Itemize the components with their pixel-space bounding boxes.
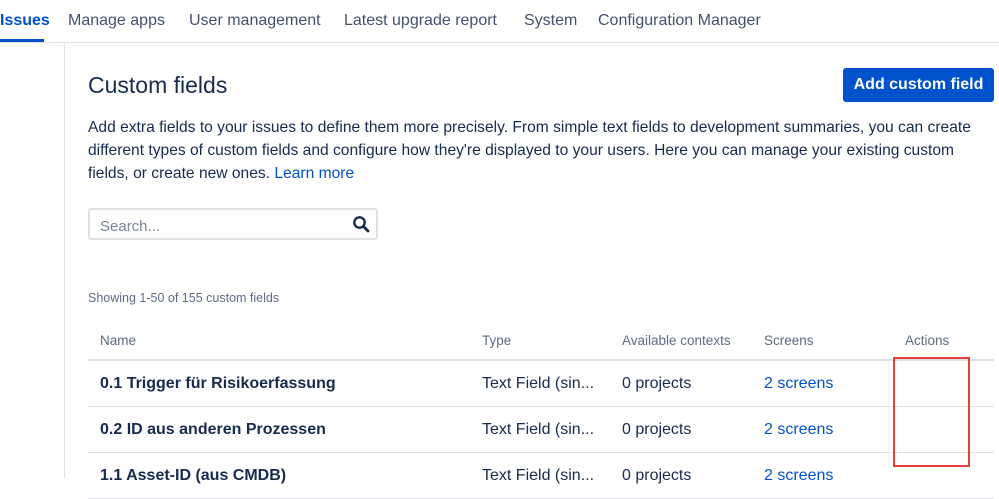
search-input[interactable]	[98, 215, 342, 237]
results-summary: Showing 1-50 of 155 custom fields	[88, 291, 280, 305]
description-text: Add extra fields to your issues to defin…	[88, 119, 971, 182]
field-contexts: 0 projects	[622, 375, 692, 392]
top-navigation: Issues Manage apps User management Lates…	[0, 0, 999, 43]
search-box	[88, 208, 378, 240]
field-screens-link[interactable]: 2 screens	[764, 421, 833, 439]
tab-issues[interactable]: Issues	[0, 12, 50, 30]
sidebar-divider	[64, 42, 65, 478]
field-screens-link[interactable]: 2 screens	[764, 375, 833, 393]
actions-highlight-box	[893, 357, 970, 467]
tab-system[interactable]: System	[524, 12, 577, 30]
page-description: Add extra fields to your issues to defin…	[88, 116, 993, 185]
table-row: 1.1 Asset-ID (aus CMDB) Text Field (sin.…	[88, 453, 994, 499]
header-actions: Actions	[905, 333, 950, 348]
search-icon[interactable]	[352, 215, 370, 233]
field-type: Text Field (sin...	[482, 375, 595, 392]
tab-user-management[interactable]: User management	[189, 12, 321, 30]
field-type: Text Field (sin...	[482, 467, 595, 484]
header-available-contexts: Available contexts	[622, 333, 731, 348]
field-contexts: 0 projects	[622, 467, 692, 484]
field-name: 0.1 Trigger für Risikoerfassung	[100, 375, 336, 392]
field-type: Text Field (sin...	[482, 421, 595, 438]
field-name: 1.1 Asset-ID (aus CMDB)	[100, 467, 287, 484]
table-row: 0.2 ID aus anderen Prozessen Text Field …	[88, 407, 994, 453]
add-custom-field-button[interactable]: Add custom field	[843, 68, 994, 102]
page-title: Custom fields	[88, 72, 228, 98]
field-contexts: 0 projects	[622, 421, 692, 438]
active-tab-indicator	[0, 39, 44, 42]
field-screens-link[interactable]: 2 screens	[764, 467, 833, 485]
tab-manage-apps[interactable]: Manage apps	[68, 12, 165, 30]
table-row: 0.1 Trigger für Risikoerfassung Text Fie…	[88, 361, 994, 407]
header-name[interactable]: Name	[100, 333, 136, 348]
tab-configuration-manager[interactable]: Configuration Manager	[598, 12, 761, 30]
field-name: 0.2 ID aus anderen Prozessen	[100, 421, 326, 438]
header-screens: Screens	[764, 333, 814, 348]
tab-latest-upgrade-report[interactable]: Latest upgrade report	[344, 12, 497, 30]
header-type: Type	[482, 333, 512, 348]
learn-more-link[interactable]: Learn more	[274, 165, 354, 182]
